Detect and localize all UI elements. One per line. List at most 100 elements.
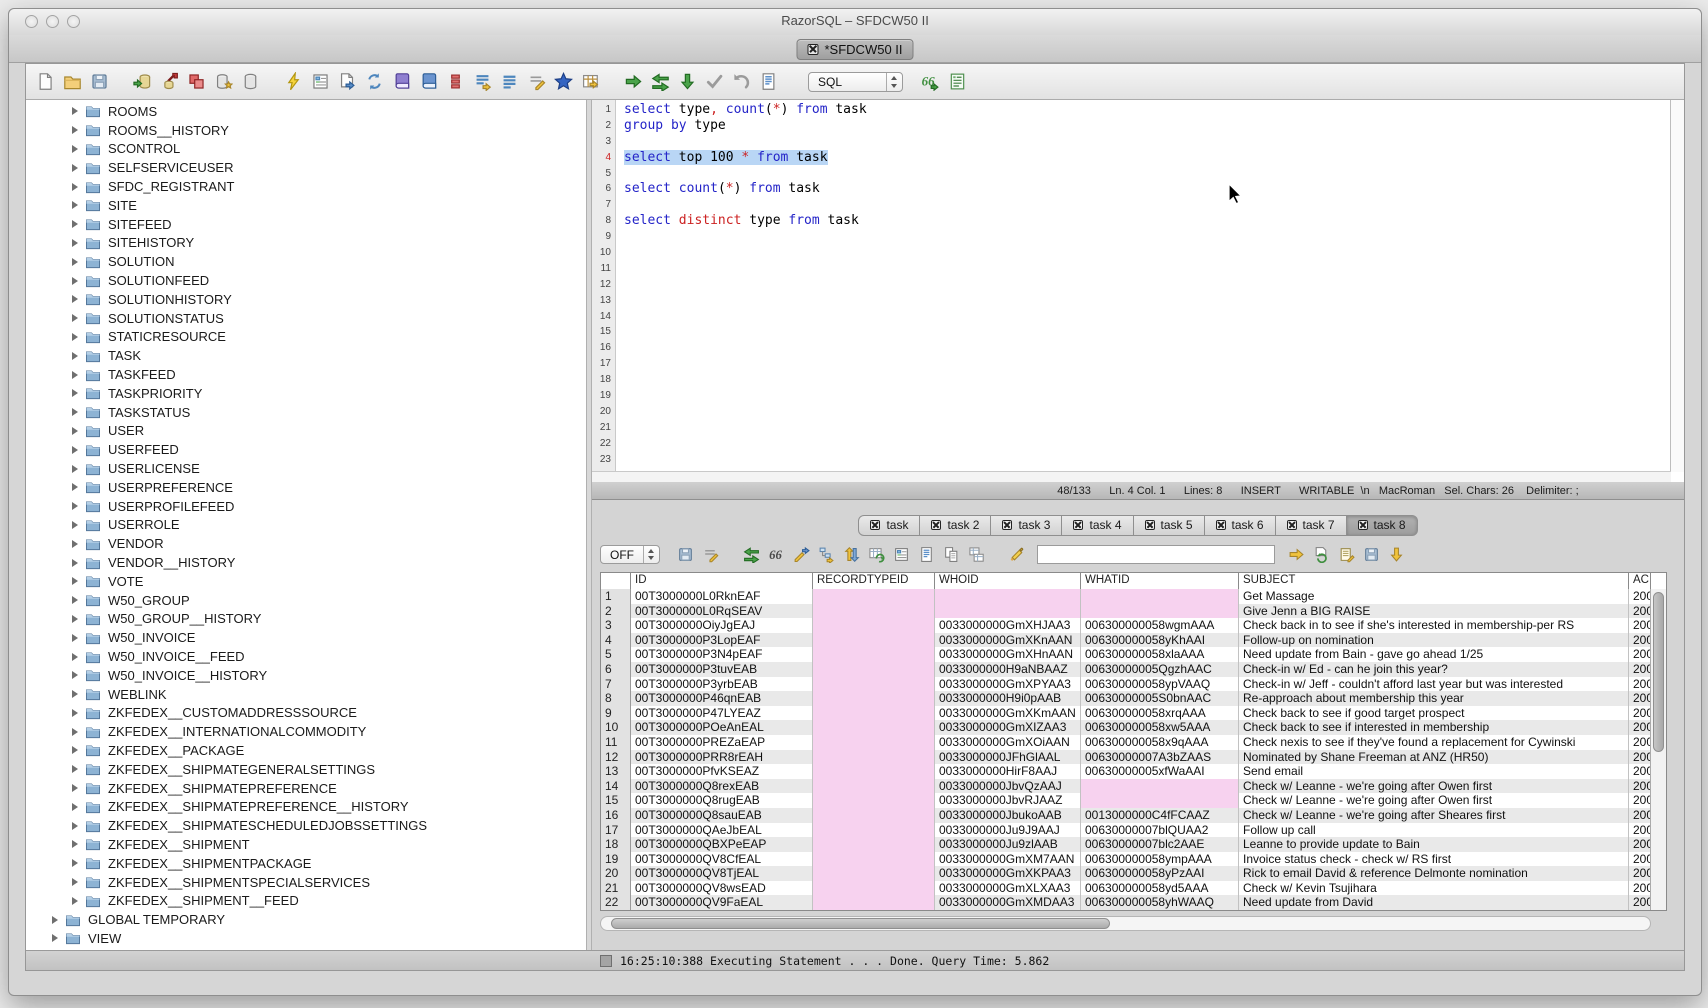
table-cell[interactable]: 200 (1629, 852, 1650, 867)
disclosure-triangle-icon[interactable] (52, 916, 58, 924)
editor-line[interactable]: 17 (592, 356, 1671, 372)
editor-line[interactable]: 21 (592, 420, 1671, 436)
column-header-AC[interactable]: AC (1629, 573, 1651, 589)
table-row[interactable]: 1100T3000000PREZaEAP0033000000GmXOiAAN00… (601, 735, 1650, 750)
table-cell[interactable]: Follow up call (1239, 823, 1629, 838)
page-view-icon[interactable] (916, 544, 937, 565)
table-cell[interactable]: 00T3000000QV8wsEAD (631, 881, 813, 896)
disclosure-triangle-icon[interactable] (72, 239, 78, 247)
table-cell[interactable] (1081, 589, 1239, 604)
table-row[interactable]: 1200T3000000PRR8rEAH0033000000JFhGlAAL00… (601, 750, 1650, 765)
copy-table-red-icon[interactable] (185, 70, 208, 93)
table-cell[interactable]: 006300000058yhWAAQ (1081, 895, 1239, 910)
table-cell[interactable] (1081, 779, 1239, 794)
table-cell[interactable]: 200 (1629, 866, 1650, 881)
table-cell[interactable] (813, 779, 935, 794)
table-cell[interactable]: 0033000000HirF8AAJ (935, 764, 1081, 779)
disclosure-triangle-icon[interactable] (72, 126, 78, 134)
sidebar-item-staticresource[interactable]: STATICRESOURCE (26, 328, 586, 347)
table-row[interactable]: 900T3000000P47LYEAZ0033000000GmXKmAAN006… (601, 706, 1650, 721)
red-list-icon[interactable] (444, 70, 467, 93)
table-cell[interactable]: 00T3000000QBXPeEAP (631, 837, 813, 852)
new-database-object-icon[interactable] (212, 70, 235, 93)
sidebar-item-vote[interactable]: VOTE (26, 572, 586, 591)
result-tab-task-7[interactable]: task 7 (1276, 515, 1347, 536)
table-cell[interactable]: 200 (1629, 764, 1650, 779)
sql-editor[interactable]: 1select type, count(*) from task2group b… (592, 100, 1684, 483)
save-results-icon[interactable] (675, 544, 696, 565)
sidebar-item-user[interactable]: USER (26, 422, 586, 441)
disclosure-triangle-icon[interactable] (72, 559, 78, 567)
table-cell[interactable]: Check back to see if interested in membe… (1239, 720, 1629, 735)
table-cell[interactable]: 200 (1629, 837, 1650, 852)
sidebar-item-w50-invoice-feed[interactable]: W50_INVOICE__FEED (26, 647, 586, 666)
table-row[interactable]: 1600T3000000Q8sauEAB0033000000JbukoAAB00… (601, 808, 1650, 823)
editor-line[interactable]: 9 (592, 229, 1671, 245)
table-row[interactable]: 300T3000000OiyJgEAJ0033000000GmXHJAA3006… (601, 618, 1650, 633)
disclosure-triangle-icon[interactable] (72, 201, 78, 209)
table-cell[interactable]: 00630000005S0bnAAC (1081, 691, 1239, 706)
table-cell[interactable]: 006300000058yd5AAA (1081, 881, 1239, 896)
table-cell[interactable]: 0033000000GmXPYAA3 (935, 677, 1081, 692)
favorites-star-icon[interactable] (552, 70, 575, 93)
table-cell[interactable]: Invoice status check - check w/ RS first (1239, 852, 1629, 867)
disclosure-triangle-icon[interactable] (72, 690, 78, 698)
table-cell[interactable]: 200 (1629, 720, 1650, 735)
table-cell[interactable]: Rick to email David & reference Delmonte… (1239, 866, 1629, 881)
disclosure-triangle-icon[interactable] (72, 634, 78, 642)
editor-line[interactable]: 23 (592, 452, 1671, 468)
sidebar-item-sfdc-registrant[interactable]: SFDC_REGISTRANT (26, 177, 586, 196)
new-file-icon[interactable] (34, 70, 57, 93)
sidebar-item-view[interactable]: VIEW (26, 929, 586, 948)
table-cell[interactable]: Check w/ Leanne - we're going after Owen… (1239, 779, 1629, 794)
disclosure-triangle-icon[interactable] (52, 934, 58, 942)
close-result-tab-icon[interactable] (931, 520, 941, 530)
sidebar-item-userpreference[interactable]: USERPREFERENCE (26, 478, 586, 497)
table-row[interactable]: 500T3000000P3N4pEAF0033000000GmXHnAAN006… (601, 647, 1650, 662)
view-log-icon[interactable] (757, 70, 780, 93)
editor-line[interactable]: 8select distinct type from task (592, 213, 1671, 229)
table-cell[interactable]: 00T3000000QV9FaEAL (631, 895, 813, 910)
table-cell[interactable]: 0033000000GmXHnAAN (935, 647, 1081, 662)
table-cell[interactable]: 0033000000JbukoAAB (935, 808, 1081, 823)
table-cell[interactable]: Send email (1239, 764, 1629, 779)
table-cell[interactable]: 0033000000JbvRJAAZ (935, 793, 1081, 808)
disclosure-triangle-icon[interactable] (72, 577, 78, 585)
table-cell[interactable]: 00T3000000P3yrbEAB (631, 677, 813, 692)
disclosure-triangle-icon[interactable] (72, 258, 78, 266)
close-result-tab-icon[interactable] (1358, 520, 1368, 530)
disclosure-triangle-icon[interactable] (72, 859, 78, 867)
table-cell[interactable]: 200 (1629, 881, 1650, 896)
sql-mode-select[interactable]: SQL (808, 72, 903, 92)
disclosure-triangle-icon[interactable] (72, 502, 78, 510)
table-row[interactable]: 1400T3000000Q8rexEAB0033000000JbvQzAAJCh… (601, 779, 1650, 794)
editor-line[interactable]: 1select type, count(*) from task (592, 102, 1671, 118)
sidebar-item-zkfedex-customaddresssource[interactable]: ZKFEDEX__CUSTOMADDRESSSOURCE (26, 704, 586, 723)
sidebar-item-rooms[interactable]: ROOMS (26, 102, 586, 121)
table-cell[interactable]: 0033000000GmXKPAA3 (935, 866, 1081, 881)
sidebar-item-zkfedex-shipmatepreference-history[interactable]: ZKFEDEX__SHIPMATEPREFERENCE__HISTORY (26, 797, 586, 816)
table-cell[interactable] (935, 589, 1081, 604)
table-cell[interactable]: 00T3000000PREZaEAP (631, 735, 813, 750)
table-cell[interactable]: 200 (1629, 750, 1650, 765)
table-cell[interactable]: Get Massage (1239, 589, 1629, 604)
table-cell[interactable] (813, 808, 935, 823)
table-cell[interactable]: Need update from David (1239, 895, 1629, 910)
highlighter-icon[interactable] (1007, 544, 1028, 565)
sidebar-item-solutionhistory[interactable]: SOLUTIONHISTORY (26, 290, 586, 309)
table-cell[interactable]: 00T3000000QAeJbEAL (631, 823, 813, 838)
export-refresh-icon[interactable] (1311, 544, 1332, 565)
table-vertical-scrollbar[interactable] (1650, 589, 1666, 910)
table-cell[interactable]: 0033000000GmXLXAA3 (935, 881, 1081, 896)
table-cell[interactable]: 0033000000GmXKmAAN (935, 706, 1081, 721)
table-cell[interactable]: Nominated by Shane Freeman at ANZ (HR50) (1239, 750, 1629, 765)
table-cell[interactable]: 0033000000GmXMDAA3 (935, 895, 1081, 910)
table-cell[interactable] (813, 881, 935, 896)
disclosure-triangle-icon[interactable] (72, 408, 78, 416)
sidebar-item-zkfedex-shipment[interactable]: ZKFEDEX__SHIPMENT (26, 835, 586, 854)
disclosure-triangle-icon[interactable] (72, 483, 78, 491)
table-cell[interactable]: 200 (1629, 779, 1650, 794)
disclosure-triangle-icon[interactable] (72, 314, 78, 322)
table-cell[interactable]: Leanne to provide update to Bain (1239, 837, 1629, 852)
disclosure-triangle-icon[interactable] (72, 333, 78, 341)
